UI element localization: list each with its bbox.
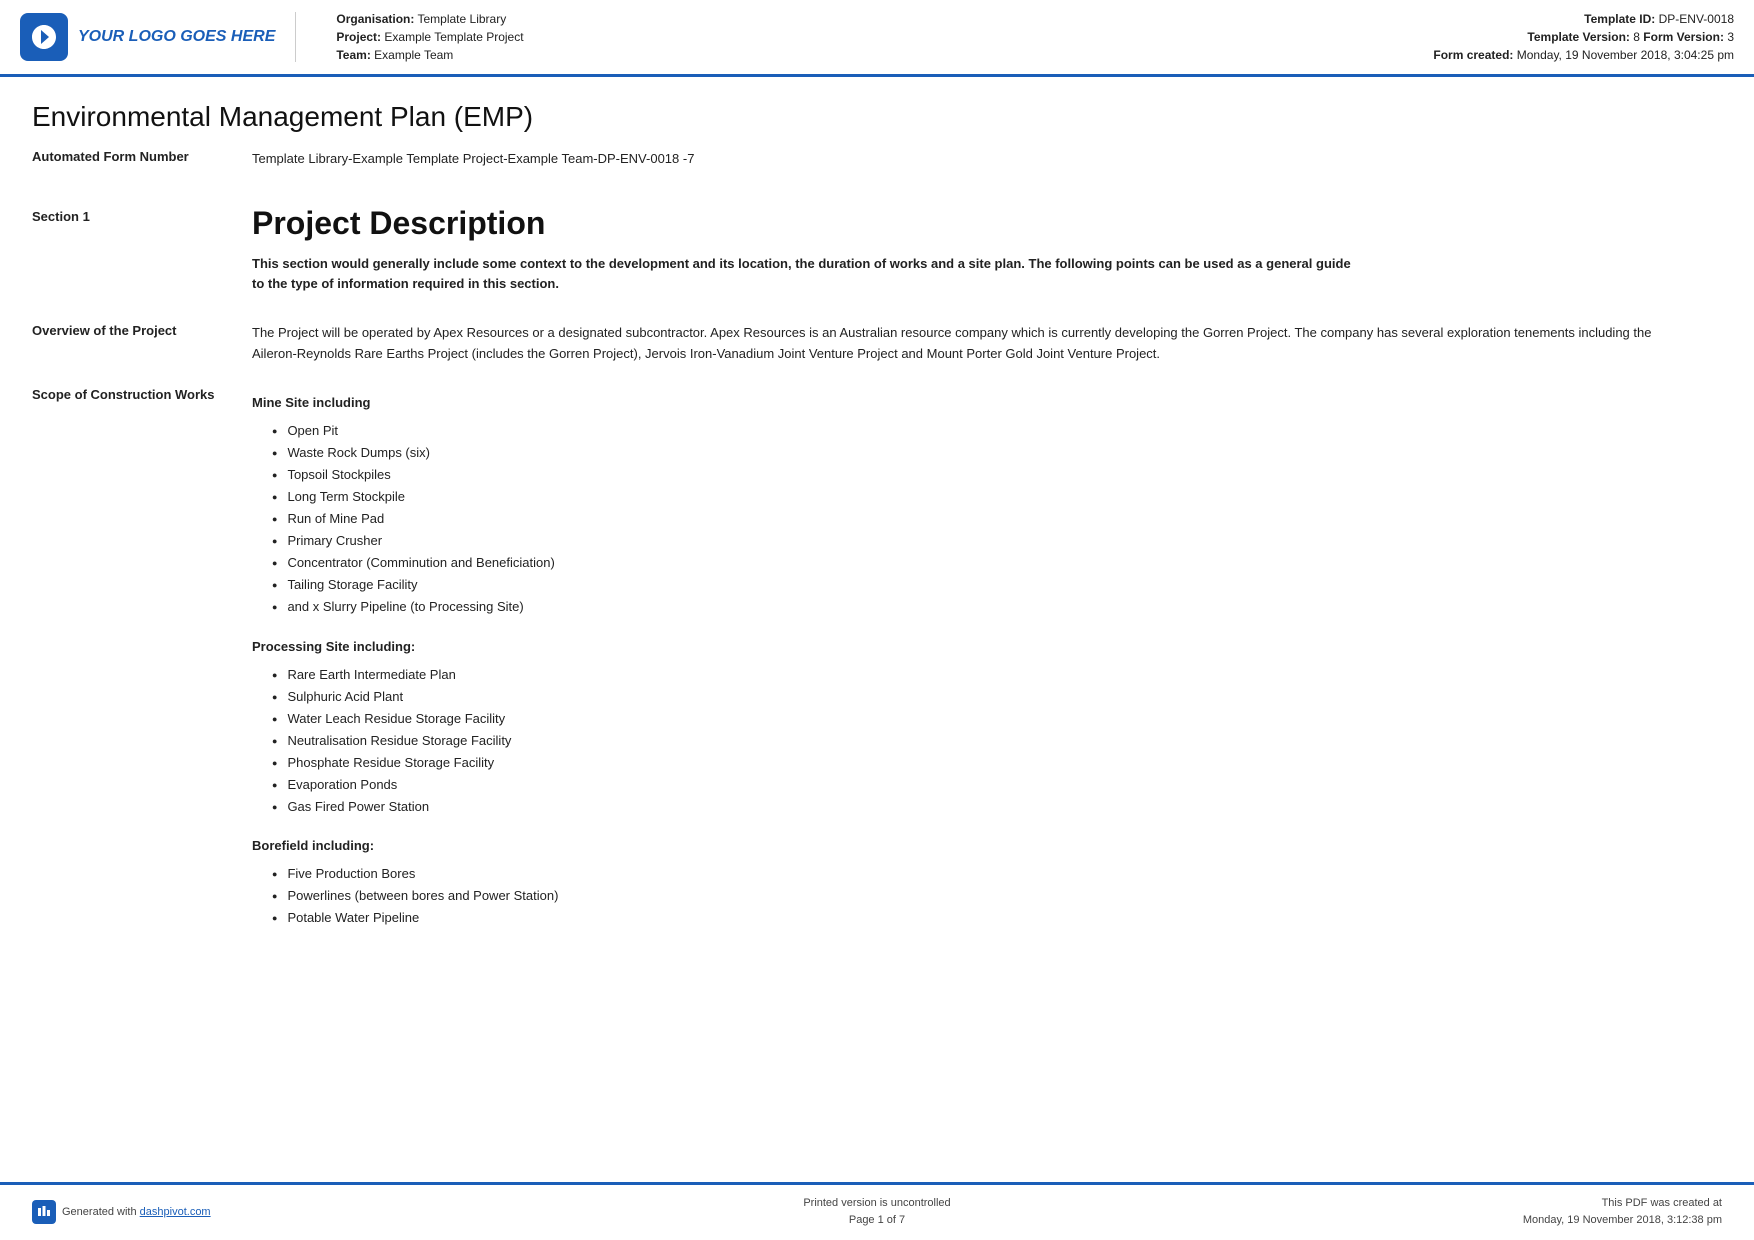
list-item: Waste Rock Dumps (six): [252, 442, 1722, 464]
logo-section: YOUR LOGO GOES HERE: [20, 12, 296, 62]
project-field: Project: Example Template Project: [336, 30, 523, 44]
list-item: and x Slurry Pipeline (to Processing Sit…: [252, 596, 1722, 618]
overview-label: Overview of the Project: [32, 323, 252, 338]
automated-form-value: Template Library-Example Template Projec…: [252, 149, 1722, 169]
org-value: Template Library: [418, 12, 507, 26]
scope-content: Mine Site including Open Pit Waste Rock …: [252, 385, 1722, 950]
footer-uncontrolled: Printed version is uncontrolled: [312, 1195, 1442, 1213]
list-item: Concentrator (Comminution and Beneficiat…: [252, 552, 1722, 574]
footer-created-date: Monday, 19 November 2018, 3:12:38 pm: [1442, 1212, 1722, 1230]
processing-site-section: Processing Site including: Rare Earth In…: [252, 639, 1722, 819]
list-item: Phosphate Residue Storage Facility: [252, 752, 1722, 774]
mine-site-heading: Mine Site including: [252, 395, 1722, 410]
team-field: Team: Example Team: [336, 48, 523, 62]
list-item: Potable Water Pipeline: [252, 907, 1722, 929]
section1-label: Section 1: [32, 205, 252, 224]
borefield-heading: Borefield including:: [252, 838, 1722, 853]
overview-text: The Project will be operated by Apex Res…: [252, 323, 1652, 365]
processing-site-heading: Processing Site including:: [252, 639, 1722, 654]
list-item: Gas Fired Power Station: [252, 796, 1722, 818]
list-item: Sulphuric Acid Plant: [252, 686, 1722, 708]
footer-created-label: This PDF was created at: [1442, 1195, 1722, 1213]
scope-row: Scope of Construction Works Mine Site in…: [32, 385, 1722, 950]
logo-text: YOUR LOGO GOES HERE: [78, 28, 275, 46]
project-label: Project:: [336, 30, 381, 44]
project-value: Example Template Project: [384, 30, 523, 44]
list-item: Rare Earth Intermediate Plan: [252, 664, 1722, 686]
list-item: Neutralisation Residue Storage Facility: [252, 730, 1722, 752]
header-meta: Organisation: Template Library Project: …: [316, 12, 1734, 62]
list-item: Water Leach Residue Storage Facility: [252, 708, 1722, 730]
document-title: Environmental Management Plan (EMP): [32, 101, 1722, 133]
list-item: Tailing Storage Facility: [252, 574, 1722, 596]
borefield-section: Borefield including: Five Production Bor…: [252, 838, 1722, 929]
footer-link[interactable]: dashpivot.com: [140, 1206, 211, 1218]
list-item: Long Term Stockpile: [252, 486, 1722, 508]
template-version-field: Template Version: 8 Form Version: 3: [1433, 30, 1734, 44]
team-value: Example Team: [374, 48, 453, 62]
org-field: Organisation: Template Library: [336, 12, 523, 26]
overview-row: Overview of the Project The Project will…: [32, 323, 1722, 365]
footer-center: Printed version is uncontrolled Page 1 o…: [312, 1195, 1442, 1230]
footer-generated-text: Generated with dashpivot.com: [62, 1206, 211, 1218]
section1-heading: Project Description: [252, 205, 1722, 242]
team-label: Team:: [336, 48, 370, 62]
header-meta-col-1: Organisation: Template Library Project: …: [336, 12, 523, 62]
footer-right: This PDF was created at Monday, 19 Novem…: [1442, 1195, 1722, 1230]
page-footer: Generated with dashpivot.com Printed ver…: [0, 1182, 1754, 1240]
footer-left: Generated with dashpivot.com: [32, 1200, 312, 1224]
template-version-value: 8: [1633, 30, 1640, 44]
template-id-value: DP-ENV-0018: [1659, 12, 1734, 26]
header-meta-col-2: Template ID: DP-ENV-0018 Template Versio…: [1433, 12, 1734, 62]
list-item: Open Pit: [252, 420, 1722, 442]
automated-form-label: Automated Form Number: [32, 149, 252, 164]
section1-subtext: This section would generally include som…: [252, 254, 1352, 296]
form-created-value: Monday, 19 November 2018, 3:04:25 pm: [1517, 48, 1734, 62]
footer-page-number: Page 1 of 7: [312, 1212, 1442, 1230]
mine-site-section: Mine Site including Open Pit Waste Rock …: [252, 395, 1722, 619]
list-item: Primary Crusher: [252, 530, 1722, 552]
section1-row: Section 1 Project Description This secti…: [32, 205, 1722, 304]
form-version-value: 3: [1727, 30, 1734, 44]
list-item: Evaporation Ponds: [252, 774, 1722, 796]
list-item: Topsoil Stockpiles: [252, 464, 1722, 486]
borefield-list: Five Production Bores Powerlines (betwee…: [252, 863, 1722, 929]
template-id-field: Template ID: DP-ENV-0018: [1433, 12, 1734, 26]
list-item: Run of Mine Pad: [252, 508, 1722, 530]
form-created-field: Form created: Monday, 19 November 2018, …: [1433, 48, 1734, 62]
scope-label: Scope of Construction Works: [32, 385, 252, 405]
logo-icon: [20, 13, 68, 61]
main-content: Environmental Management Plan (EMP) Auto…: [0, 77, 1754, 1039]
org-label: Organisation:: [336, 12, 414, 26]
processing-site-list: Rare Earth Intermediate Plan Sulphuric A…: [252, 664, 1722, 819]
section1-content: Project Description This section would g…: [252, 205, 1722, 304]
template-id-label: Template ID:: [1584, 12, 1655, 26]
footer-logo-icon: [32, 1200, 56, 1224]
mine-site-list: Open Pit Waste Rock Dumps (six) Topsoil …: [252, 420, 1722, 619]
form-created-label: Form created:: [1433, 48, 1513, 62]
list-item: Powerlines (between bores and Power Stat…: [252, 885, 1722, 907]
form-version-label: Form Version:: [1643, 30, 1724, 44]
automated-form-row: Automated Form Number Template Library-E…: [32, 149, 1722, 185]
list-item: Five Production Bores: [252, 863, 1722, 885]
template-version-label: Template Version:: [1527, 30, 1629, 44]
page-header: YOUR LOGO GOES HERE Organisation: Templa…: [0, 0, 1754, 77]
